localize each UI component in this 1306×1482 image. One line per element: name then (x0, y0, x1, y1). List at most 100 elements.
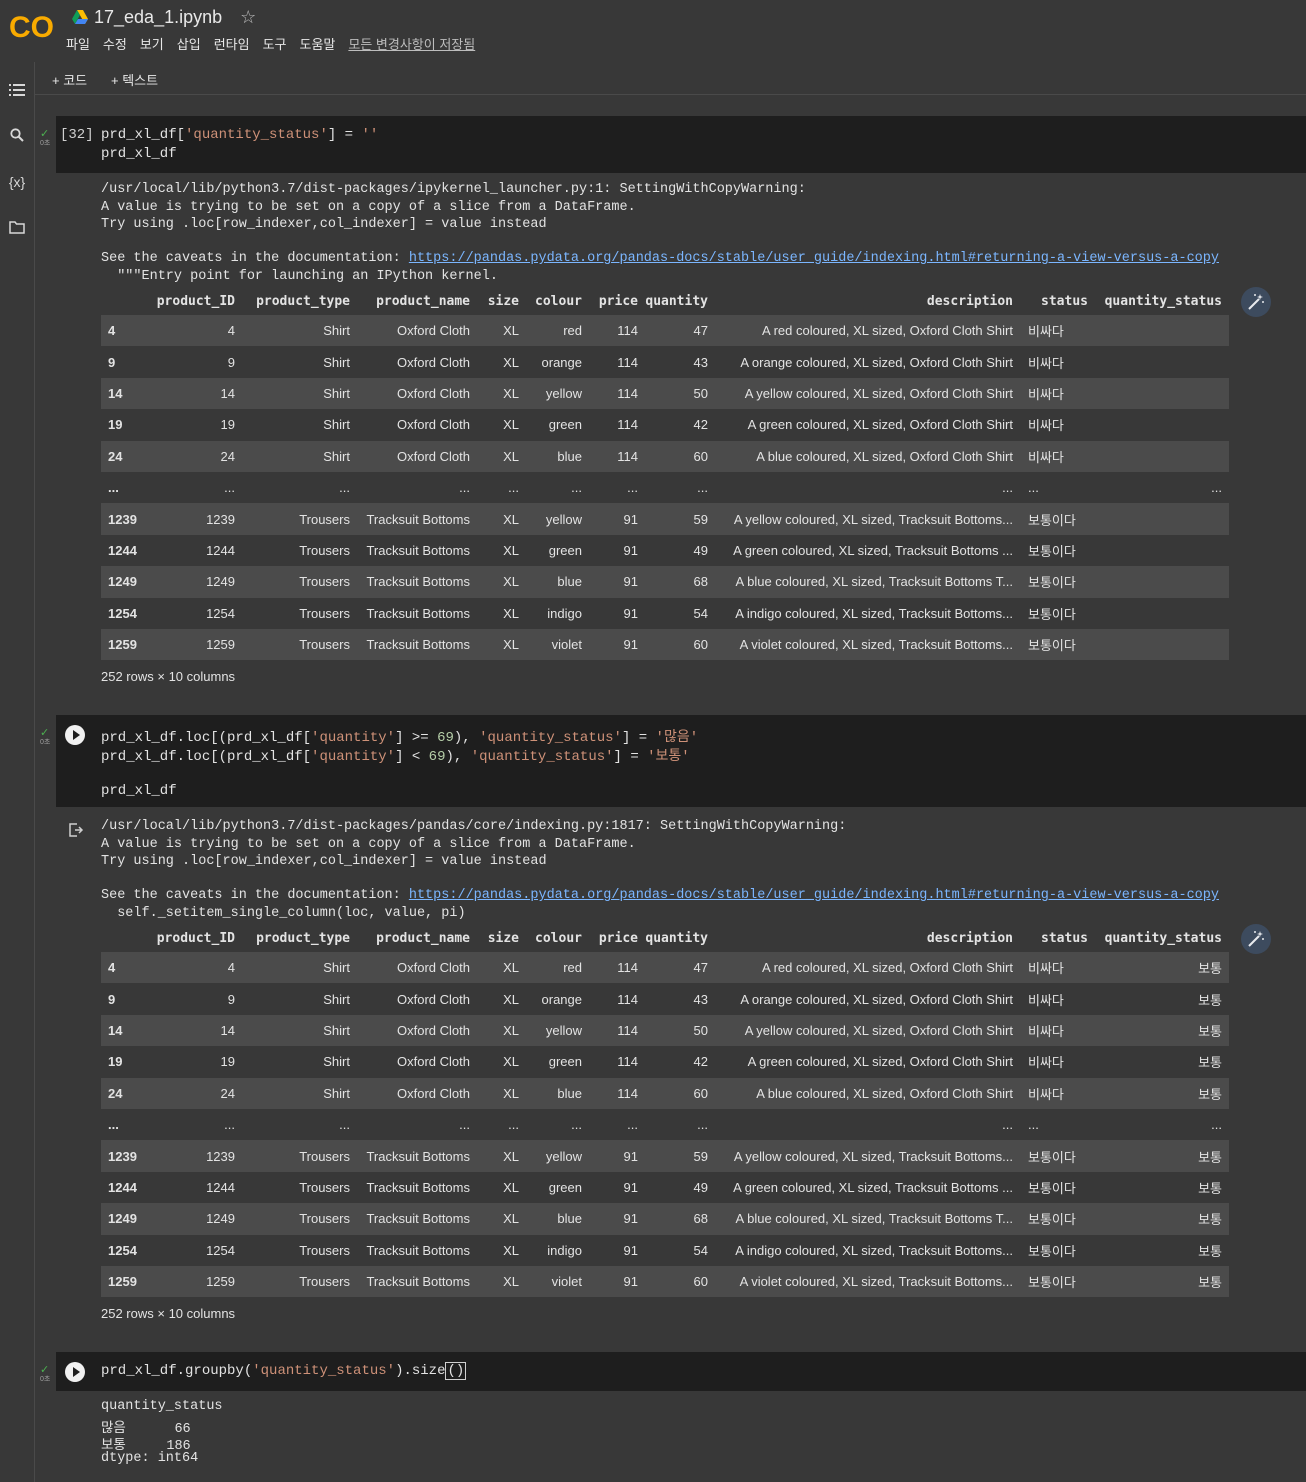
table-cell: Tracksuit Bottoms (366, 605, 470, 621)
add-text-button[interactable]: + 텍스트 (111, 70, 158, 89)
code-line[interactable]: prd_xl_df['quantity_status'] = '' (101, 127, 378, 143)
table-cell: 4 (101, 952, 147, 984)
table-cell (1095, 566, 1229, 598)
table-row: 4 4 Shirt Oxford Cloth XL red 114 47 A red colou… (101, 952, 1229, 984)
variables-icon[interactable]: {x} (7, 172, 27, 192)
code-line[interactable]: prd_xl_df.groupby('quantity_status').siz… (101, 1362, 467, 1380)
table-cell: 114 (617, 417, 638, 433)
table-cell: Shirt (323, 991, 350, 1007)
table-cell: 91 (623, 542, 638, 558)
table-cell: 24 (101, 440, 147, 472)
table-cell: 19 (108, 417, 123, 433)
table-row: 19 19 Shirt Oxford Cloth XL green 114 42 A green… (101, 1046, 1229, 1077)
table-cell: ... (697, 1117, 708, 1133)
search-icon[interactable] (7, 127, 27, 147)
menu-file[interactable]: 파일 (66, 34, 90, 53)
table-cell: 9 (108, 991, 116, 1007)
table-cell: indigo (547, 1242, 582, 1258)
table-cell: ... (224, 480, 235, 496)
table-cell (1095, 409, 1229, 440)
menu-tools[interactable]: 도구 (263, 34, 287, 53)
table-cell: 42 (693, 1054, 708, 1070)
docs-link[interactable]: https://pandas.pydata.org/pandas-docs/st… (409, 251, 1219, 266)
code-line[interactable]: prd_xl_df.loc[(prd_xl_df['quantity'] >= … (101, 726, 698, 746)
table-row: 1244 1244 Trousers Tracksuit Bottoms XL green… (101, 1172, 1229, 1203)
run-cell-button[interactable] (65, 725, 85, 745)
table-row: 1249 1249 Trousers Tracksuit Bottoms XL blue 9… (101, 1203, 1229, 1235)
column-header: quantity (645, 931, 708, 946)
table-row: 24 24 Shirt Oxford Cloth XL blue 114 60 A blue c… (101, 440, 1229, 472)
code-line[interactable]: prd_xl_df (101, 783, 177, 799)
table-cell: 보통이다 (1020, 1265, 1095, 1298)
table-cell: ... (1028, 480, 1039, 496)
table-cell: Trousers (242, 503, 357, 535)
table-cell: A blue coloured, XL sized, Tracksuit Bot… (715, 566, 1020, 598)
table-cell: 14 (101, 377, 147, 410)
table-cell: 1254 (206, 1242, 235, 1258)
table-cell: 114 (589, 315, 645, 347)
table-row: 1244 1244 Trousers Tracksuit Bottoms XL green… (101, 535, 1229, 566)
table-cell: 50 (645, 377, 715, 410)
table-cell (1095, 346, 1229, 377)
table-cell: 보통이다 (1020, 628, 1095, 661)
column-header: quantity_status (1104, 931, 1222, 946)
table-cell: 43 (693, 991, 708, 1007)
run-cell-button[interactable] (65, 1362, 85, 1382)
table-cell: 보통 (1095, 1014, 1229, 1047)
table-cell: Oxford Cloth (357, 315, 477, 347)
table-row: 14 14 Shirt Oxford Cloth XL yellow 114 50 A yell… (101, 1014, 1229, 1047)
table-cell: Shirt (323, 417, 350, 433)
table-cell: 1239 (101, 503, 147, 535)
trailing-line: self._setitem_single_column(loc, value, … (101, 906, 466, 921)
table-cell: ... (1002, 1117, 1013, 1133)
code-line[interactable]: prd_xl_df (101, 146, 177, 162)
table-cell: 9 (227, 991, 235, 1007)
table-cell: 54 (693, 605, 708, 621)
code-line[interactable]: prd_xl_df.loc[(prd_xl_df['quantity'] < 6… (101, 745, 690, 765)
shape-info: 252 rows × 10 columns (101, 669, 236, 684)
google-drive-icon[interactable] (72, 10, 88, 24)
magic-wand-button[interactable] (1241, 924, 1271, 954)
table-cell: 1254 (108, 1242, 137, 1258)
table-cell (1095, 503, 1229, 535)
app-header: CO 17_eda_1.ipynb ☆ 파일 수정 보기 삽입 런타임 도구 도… (0, 0, 1306, 62)
table-cell: Trousers (242, 1265, 357, 1298)
output-actions-icon[interactable] (68, 822, 84, 838)
menu-edit[interactable]: 수정 (103, 34, 127, 53)
menu-runtime[interactable]: 런타임 (214, 34, 250, 53)
notebook-title[interactable]: 17_eda_1.ipynb (94, 7, 222, 28)
save-status[interactable]: 모든 변경사항이 저장됨 (348, 34, 475, 53)
code-cell-1[interactable] (56, 116, 1306, 173)
table-cell: Shirt (323, 1054, 350, 1070)
table-cell: 19 (220, 1054, 235, 1070)
table-cell: 1239 (147, 1140, 242, 1172)
table-cell: Shirt (242, 440, 357, 472)
table-cell: XL (503, 417, 519, 433)
table-cell: XL (503, 1179, 519, 1195)
colab-logo[interactable]: CO (8, 8, 54, 44)
table-cell: 1249 (147, 566, 242, 598)
docs-link[interactable]: https://pandas.pydata.org/pandas-docs/st… (409, 888, 1219, 903)
magic-wand-button[interactable] (1241, 287, 1271, 317)
add-code-button[interactable]: + 코드 (52, 70, 87, 89)
column-header: product_name (376, 931, 470, 946)
menu-insert[interactable]: 삽입 (177, 34, 201, 53)
table-cell: 비싸다 (1020, 1014, 1095, 1047)
table-cell: Tracksuit Bottoms (357, 1140, 477, 1172)
column-header: size (487, 294, 519, 309)
table-of-contents-icon[interactable] (7, 82, 27, 102)
table-cell: A green coloured, XL sized, Oxford Cloth… (747, 417, 1013, 433)
folder-icon[interactable] (7, 219, 27, 239)
table-cell: ... (508, 1117, 519, 1133)
left-rail: {x} (0, 62, 35, 1482)
executed-check-icon: ✓ 0초 (40, 1364, 51, 1383)
table-cell (1095, 315, 1229, 347)
star-icon[interactable]: ☆ (240, 7, 256, 28)
table-cell: 42 (693, 417, 708, 433)
table-header-row: product_ID product_type product_name size co… (101, 925, 1229, 952)
table-cell: A violet coloured, XL sized, Tracksuit B… (715, 628, 1020, 661)
menu-view[interactable]: 보기 (140, 34, 164, 53)
menu-help[interactable]: 도움말 (300, 34, 336, 53)
table-cell: 114 (589, 440, 645, 472)
table-row: 14 14 Shirt Oxford Cloth XL yellow 114 50 A yell… (101, 377, 1229, 410)
